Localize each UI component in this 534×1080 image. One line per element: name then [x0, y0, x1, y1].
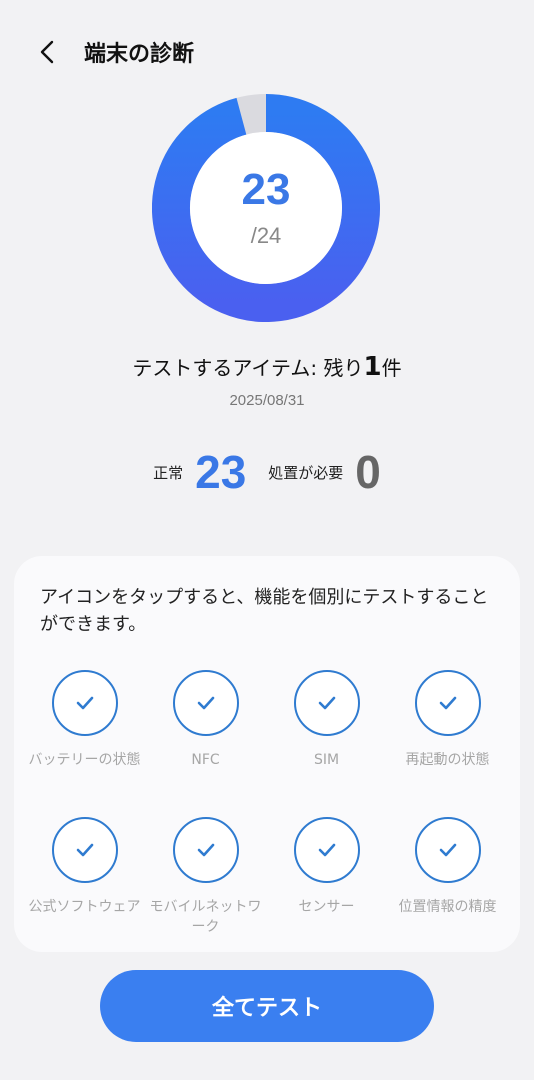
- test-item-label: NFC: [191, 752, 220, 768]
- check-circle[interactable]: [51, 817, 118, 883]
- normal-count: 23: [195, 446, 247, 498]
- page-title: 端末の診断: [84, 42, 195, 67]
- test-item-label: 位置情報の精度: [398, 899, 497, 915]
- check-circle[interactable]: [414, 817, 481, 883]
- check-icon: [439, 843, 456, 857]
- remaining-suffix: 件: [381, 356, 402, 380]
- check-icon: [197, 696, 214, 710]
- check-circle[interactable]: [51, 670, 118, 736]
- card-description: アイコンをタップすると、機能を個別にテストすることができます。: [40, 587, 489, 635]
- remaining-prefix: テストするアイテム: 残り: [132, 356, 364, 380]
- test-items-card: アイコンをタップすると、機能を個別にテストすることができます。 バッテリーの状態…: [14, 556, 520, 952]
- test-item[interactable]: バッテリーの状態: [24, 670, 145, 817]
- test-item-label: 公式ソフトウェア: [28, 899, 141, 915]
- test-item[interactable]: 公式ソフトウェア: [24, 817, 145, 964]
- test-item-label: 再起動の状態: [405, 752, 490, 768]
- test-item[interactable]: 位置情報の精度: [387, 817, 508, 964]
- check-circle[interactable]: [293, 670, 360, 736]
- check-icon: [439, 696, 456, 710]
- remaining-count: 1: [363, 352, 382, 382]
- action-needed-label: 処置が必要: [268, 463, 344, 482]
- passed-count: 23: [241, 165, 291, 214]
- check-circle[interactable]: [293, 817, 360, 883]
- check-icon: [318, 696, 335, 710]
- header: 端末の診断: [28, 30, 194, 74]
- progress-ring: 23 /24: [152, 94, 380, 322]
- test-item-label: モバイルネットワーク: [149, 899, 262, 935]
- stats-summary: 正常 23 処置が必要 0: [0, 445, 534, 499]
- normal-label: 正常: [153, 463, 184, 482]
- test-item[interactable]: 再起動の状態: [387, 670, 508, 817]
- check-icon: [76, 843, 93, 857]
- check-circle[interactable]: [414, 670, 481, 736]
- check-icon: [197, 843, 214, 857]
- check-icon: [318, 843, 335, 857]
- chevron-left-icon: [40, 40, 54, 64]
- action-needed-count: 0: [355, 446, 381, 498]
- check-circle[interactable]: [172, 817, 239, 883]
- test-date: 2025/08/31: [229, 392, 305, 409]
- test-item[interactable]: NFC: [145, 670, 266, 817]
- test-item-label: センサー: [298, 899, 355, 915]
- total-count: /24: [250, 223, 282, 248]
- back-button[interactable]: [28, 30, 68, 74]
- test-item[interactable]: モバイルネットワーク: [145, 817, 266, 964]
- ring-center: 23 /24: [152, 94, 380, 322]
- test-item[interactable]: センサー: [266, 817, 387, 964]
- test-item[interactable]: SIM: [266, 670, 387, 817]
- test-items-grid: バッテリーの状態 NFC SIM 再起動の状態公式ソフトウェア モバイルネットワーク セン…: [24, 670, 520, 964]
- remaining-items-text: テストするアイテム: 残り1件: [0, 352, 534, 382]
- test-all-button[interactable]: 全てテスト: [100, 970, 434, 1042]
- check-icon: [76, 696, 93, 710]
- check-circle[interactable]: [172, 670, 239, 736]
- test-item-label: バッテリーの状態: [28, 752, 141, 768]
- test-item-label: SIM: [313, 752, 340, 768]
